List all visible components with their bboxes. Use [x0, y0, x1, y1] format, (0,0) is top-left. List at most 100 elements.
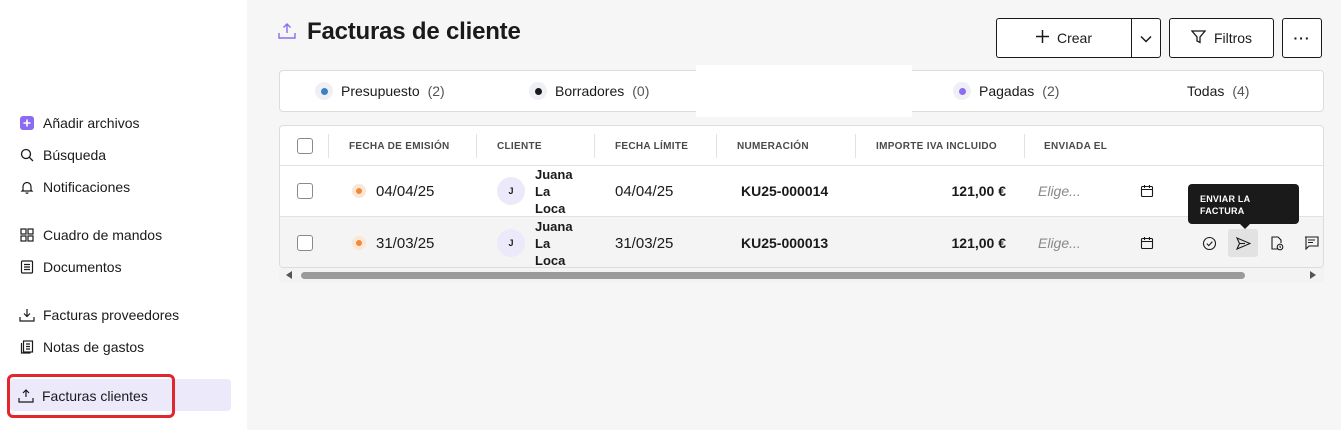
sidebar-item-notas-de-gastos[interactable]: Notas de gastos: [10, 332, 231, 362]
column-header-fecha-emision[interactable]: FECHA DE EMISIÓN: [349, 126, 450, 166]
comment-icon[interactable]: [1296, 229, 1323, 257]
sidebar-item-busqueda[interactable]: Búsqueda: [10, 140, 231, 170]
status-dot-icon: [315, 82, 333, 100]
tab-pagadas[interactable]: Pagadas (2): [953, 71, 1059, 111]
upload-tray-icon: [18, 388, 34, 404]
sidebar-item-cuadro-de-mandos[interactable]: Cuadro de mandos: [10, 220, 231, 250]
select-all-checkbox[interactable]: [297, 138, 313, 154]
numeracion: KU25-000014: [741, 183, 829, 199]
page-title: Facturas de cliente: [307, 18, 521, 45]
enviada-el-date-input[interactable]: Elige...: [1038, 183, 1081, 199]
crear-dropdown-button[interactable]: [1131, 18, 1161, 58]
tab-label: Pagadas: [979, 83, 1035, 99]
table-row[interactable]: 04/04/25 J Juana La Loca 04/04/25 KU25-0…: [280, 165, 1323, 217]
sidebar-item-label: Facturas proveedores: [43, 307, 180, 323]
main-content: Facturas de cliente Crear Filtros ··· Pr…: [247, 0, 1341, 430]
horizontal-scrollbar[interactable]: [279, 268, 1324, 282]
enviada-el-date-input[interactable]: Elige...: [1038, 235, 1081, 251]
tab-todas[interactable]: Todas (4): [1187, 71, 1249, 111]
importe: 121,00 €: [951, 235, 1007, 251]
sidebar-item-facturas-proveedores[interactable]: Facturas proveedores: [10, 300, 231, 330]
column-header-cliente[interactable]: CLIENTE: [497, 126, 542, 166]
status-dot-icon: [529, 82, 547, 100]
status-dot-icon: [352, 236, 366, 250]
search-icon: [19, 147, 35, 163]
numeracion: KU25-000013: [741, 235, 829, 251]
grid-icon: [19, 227, 35, 243]
column-header-fecha-limite[interactable]: FECHA LÍMITE: [615, 126, 688, 166]
row-checkbox[interactable]: [297, 183, 313, 199]
scroll-right-icon[interactable]: [1310, 271, 1316, 279]
filtros-button-label: Filtros: [1213, 30, 1253, 46]
sidebar-item-label: Documentos: [43, 259, 122, 275]
tab-count: (2): [427, 83, 445, 99]
calendar-icon[interactable]: [1132, 177, 1162, 205]
filtros-button[interactable]: Filtros: [1169, 18, 1274, 58]
table-header: FECHA DE EMISIÓN CLIENTE FECHA LÍMITE NU…: [280, 126, 1323, 166]
tab-count: (0): [632, 83, 650, 99]
sidebar-item-documentos[interactable]: Documentos: [10, 252, 231, 282]
tab-presupuesto[interactable]: Presupuesto (2): [315, 71, 445, 111]
more-horizontal-icon: ···: [1293, 30, 1311, 46]
column-header-numeracion[interactable]: NUMERACIÓN: [737, 126, 809, 166]
importe: 121,00 €: [951, 183, 1007, 199]
tooltip-caret: [1240, 224, 1250, 229]
tab-label: Presupuesto: [341, 83, 420, 99]
filter-icon: [1190, 29, 1207, 47]
send-invoice-tooltip: ENVIAR LA FACTURA: [1188, 184, 1299, 229]
avatar: J: [497, 177, 525, 205]
tooltip-text: ENVIAR LA FACTURA: [1200, 194, 1250, 216]
document-clock-icon[interactable]: [1262, 229, 1292, 257]
row-checkbox[interactable]: [297, 235, 313, 251]
column-divider: [1024, 134, 1025, 158]
column-header-enviada-el[interactable]: ENVIADA EL: [1044, 126, 1107, 166]
scroll-left-icon[interactable]: [286, 271, 292, 279]
crear-button[interactable]: Crear: [996, 18, 1131, 58]
column-divider: [855, 134, 856, 158]
client-name: Juana La Loca: [535, 166, 573, 216]
calendar-icon[interactable]: [1132, 229, 1162, 257]
download-tray-icon: [19, 307, 35, 323]
client-name: Juana La Loca: [535, 218, 573, 268]
column-divider: [716, 134, 717, 158]
send-invoice-icon[interactable]: [1228, 229, 1258, 257]
sidebar-item-label: Añadir archivos: [43, 115, 140, 131]
scrollbar-thumb[interactable]: [301, 272, 1245, 279]
status-dot-icon: [953, 82, 971, 100]
crear-button-label: Crear: [1056, 30, 1092, 46]
fecha-limite: 31/03/25: [615, 234, 674, 252]
plus-icon: [1035, 30, 1049, 46]
status-tabs: Presupuesto (2) Borradores (0) Pagadas (…: [279, 65, 1324, 117]
receipts-icon: [19, 339, 35, 355]
more-options-button[interactable]: ···: [1282, 18, 1322, 58]
column-divider: [328, 134, 329, 158]
tab-count: (2): [1042, 83, 1060, 99]
sidebar-item-label: Notas de gastos: [43, 339, 145, 355]
document-icon: [19, 259, 35, 275]
tab-count: (4): [1232, 83, 1250, 99]
sidebar-item-label: Facturas clientes: [42, 388, 148, 404]
column-divider: [594, 134, 595, 158]
sidebar-item-facturas-clientes[interactable]: Facturas clientes: [7, 374, 175, 418]
column-header-importe[interactable]: IMPORTE IVA INCLUIDO: [876, 126, 997, 166]
column-divider: [476, 134, 477, 158]
mark-paid-check-icon[interactable]: [1194, 229, 1224, 257]
status-dot-icon: [352, 184, 366, 198]
tab-label: Todas: [1187, 83, 1225, 99]
fecha-limite: 04/04/25: [615, 182, 674, 200]
plus-square-icon: [19, 115, 35, 131]
sidebar-item-label: Notificaciones: [43, 179, 131, 195]
bell-icon: [19, 179, 35, 195]
upload-tray-icon: [277, 22, 297, 43]
table-row[interactable]: 31/03/25 J Juana La Loca 31/03/25 KU25-0…: [280, 217, 1323, 268]
tab-label: Borradores: [555, 83, 625, 99]
avatar: J: [497, 229, 525, 257]
sidebar-item-label: Búsqueda: [43, 147, 107, 163]
sidebar-item-anadir-archivos[interactable]: Añadir archivos: [10, 108, 231, 138]
invoices-table: FECHA DE EMISIÓN CLIENTE FECHA LÍMITE NU…: [279, 125, 1324, 268]
page-header: Facturas de cliente: [277, 18, 521, 46]
fecha-emision: 04/04/25: [376, 182, 435, 200]
sidebar-item-notificaciones[interactable]: Notificaciones: [10, 172, 231, 202]
chevron-down-icon: [1140, 30, 1152, 46]
tab-borradores[interactable]: Borradores (0): [529, 71, 649, 111]
